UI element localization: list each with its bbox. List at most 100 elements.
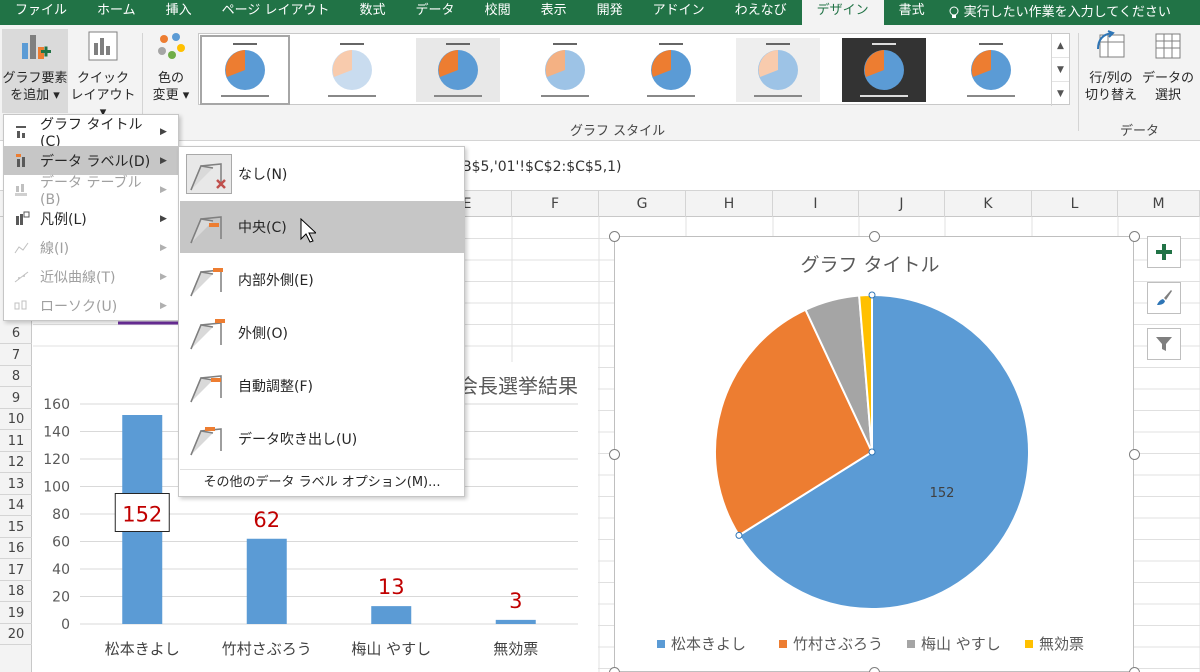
- tell-me-box[interactable]: 実行したい作業を入力してください: [940, 0, 1186, 25]
- select-data-button[interactable]: データの 選択: [1140, 29, 1196, 113]
- chart-filters-button[interactable]: [1147, 328, 1181, 360]
- tab-3[interactable]: ページ レイアウト: [207, 0, 345, 25]
- bar-mark[interactable]: [495, 619, 536, 624]
- tab-1[interactable]: ホーム: [82, 0, 151, 25]
- resize-handle[interactable]: [609, 449, 620, 460]
- bar-mark[interactable]: [246, 538, 287, 624]
- row-header[interactable]: 13: [0, 474, 32, 495]
- plus-icon: [1156, 244, 1172, 260]
- column-header[interactable]: K: [945, 191, 1032, 217]
- column-header[interactable]: M: [1118, 191, 1200, 217]
- legend-swatch: [779, 640, 787, 648]
- menu-item-label: グラフ タイトル(C): [40, 116, 143, 150]
- column-header[interactable]: F: [512, 191, 599, 217]
- tab-12[interactable]: 書式: [884, 0, 940, 25]
- column-header[interactable]: G: [599, 191, 686, 217]
- column-header[interactable]: L: [1032, 191, 1118, 217]
- gallery-up-icon[interactable]: ▲: [1052, 34, 1069, 58]
- resize-handle[interactable]: [609, 231, 620, 242]
- resize-handle[interactable]: [1129, 667, 1140, 672]
- data-label-option-3[interactable]: 外側(O): [180, 307, 464, 359]
- bar-y-tick: 20: [52, 590, 70, 606]
- tab-7[interactable]: 表示: [526, 0, 582, 25]
- quick-layout-label1: クイック: [76, 71, 129, 86]
- chart-style-thumb[interactable]: [309, 38, 394, 102]
- menu-item-6[interactable]: ローソク(U) ▶: [4, 291, 178, 320]
- tab-8[interactable]: 開発: [582, 0, 638, 25]
- row-header[interactable]: 8: [0, 366, 32, 387]
- row-header[interactable]: 18: [0, 581, 32, 602]
- row-header[interactable]: 14: [0, 495, 32, 516]
- ribbon-tabs: ファイル ホーム 挿入 ページ レイアウト 数式 データ 校閲 表示 開発 アドイン わえなび デザイ…: [0, 0, 1200, 25]
- row-header[interactable]: 10: [0, 409, 32, 430]
- row-header[interactable]: 20: [0, 624, 32, 645]
- chart-style-thumb[interactable]: [629, 38, 713, 102]
- chart-style-thumb[interactable]: [842, 38, 926, 102]
- data-group-label: データ: [1120, 124, 1160, 139]
- tab-9[interactable]: アドイン: [638, 0, 720, 25]
- resize-handle[interactable]: [1129, 231, 1140, 242]
- data-label-option-1[interactable]: 中央(C): [180, 201, 464, 253]
- tab-2[interactable]: 挿入: [151, 0, 207, 25]
- menu-item-4[interactable]: 線(I) ▶: [4, 233, 178, 262]
- bar-mark[interactable]: [371, 606, 412, 624]
- row-header[interactable]: 9: [0, 388, 32, 409]
- bar-y-tick: 160: [43, 397, 70, 413]
- tab-11[interactable]: デザイン: [801, 0, 884, 25]
- legend-label: 梅山 やすし: [921, 635, 1001, 653]
- resize-handle[interactable]: [869, 231, 880, 242]
- menu-item-0[interactable]: グラフ タイトル(C) ▶: [4, 117, 178, 150]
- add-chart-element-button[interactable]: グラフ要素 を追加 ▾: [2, 29, 68, 113]
- menu-item-5[interactable]: 近似曲線(T) ▶: [4, 262, 178, 291]
- data-label-option-label: なし(N): [238, 167, 288, 183]
- data-label-option-4[interactable]: 自動調整(F): [180, 360, 464, 412]
- up-down-bars-icon: [4, 298, 40, 314]
- tab-0[interactable]: ファイル: [0, 0, 82, 25]
- row-header[interactable]: 16: [0, 538, 32, 559]
- ribbon-separator: [1078, 33, 1079, 131]
- column-header[interactable]: I: [773, 191, 859, 217]
- switch-row-column-button[interactable]: 行/列の 切り替え: [1082, 29, 1140, 113]
- chart-styles-button[interactable]: [1147, 282, 1181, 314]
- bar-category-label: 梅山 やすし: [351, 640, 431, 658]
- bar-y-tick: 60: [52, 535, 70, 551]
- resize-handle[interactable]: [609, 667, 620, 672]
- chart-style-thumb[interactable]: [416, 38, 500, 102]
- data-label-option-0[interactable]: なし(N): [180, 148, 464, 200]
- chart-style-thumb[interactable]: [948, 38, 1033, 102]
- tab-10[interactable]: わえなび: [720, 0, 802, 25]
- row-header[interactable]: 17: [0, 560, 32, 581]
- change-colors-button[interactable]: 色の 変更 ▾: [146, 29, 196, 113]
- bar-y-tick: 40: [52, 562, 70, 578]
- data-label-option-2[interactable]: 内部外側(E): [180, 254, 464, 306]
- chart-style-thumb[interactable]: [200, 35, 290, 105]
- tab-6[interactable]: 校閲: [470, 0, 526, 25]
- bar-category-label: 無効票: [493, 640, 538, 658]
- data-label-option-5[interactable]: データ吹き出し(U): [180, 413, 464, 465]
- tab-5[interactable]: データ: [401, 0, 470, 25]
- row-header[interactable]: 11: [0, 431, 32, 452]
- bar-y-tick: 140: [43, 425, 70, 441]
- resize-handle[interactable]: [1129, 449, 1140, 460]
- row-header[interactable]: 19: [0, 603, 32, 624]
- menu-item-2[interactable]: データ テーブル(B) ▶: [4, 175, 178, 208]
- chart-style-thumb[interactable]: [522, 38, 607, 102]
- gallery-more-icon[interactable]: ▼: [1052, 82, 1069, 106]
- tab-4[interactable]: 数式: [345, 0, 401, 25]
- chart-elements-button[interactable]: [1147, 236, 1181, 268]
- more-data-label-options[interactable]: その他のデータ ラベル オプション(M)...: [180, 469, 464, 495]
- menu-item-3[interactable]: 凡例(L) ▶: [4, 204, 178, 233]
- chart-style-thumb[interactable]: [735, 38, 820, 102]
- column-header[interactable]: H: [686, 191, 773, 217]
- quick-layout-button[interactable]: クイック レイアウト ▾: [70, 29, 136, 120]
- resize-handle[interactable]: [869, 667, 880, 672]
- pie-chart[interactable]: グラフ タイトル 152 松本きよし 竹村さぶろう 梅山 やすし 無効票: [609, 231, 1140, 672]
- gallery-down-icon[interactable]: ▼: [1052, 58, 1069, 82]
- row-header[interactable]: 15: [0, 517, 32, 538]
- submenu-arrow-icon: ▶: [160, 126, 167, 137]
- row-header[interactable]: 12: [0, 452, 32, 473]
- column-header[interactable]: J: [859, 191, 945, 217]
- gallery-scroll[interactable]: ▲ ▼ ▼: [1051, 34, 1069, 106]
- row-header[interactable]: 7: [0, 345, 32, 366]
- row-header[interactable]: 6: [0, 323, 32, 344]
